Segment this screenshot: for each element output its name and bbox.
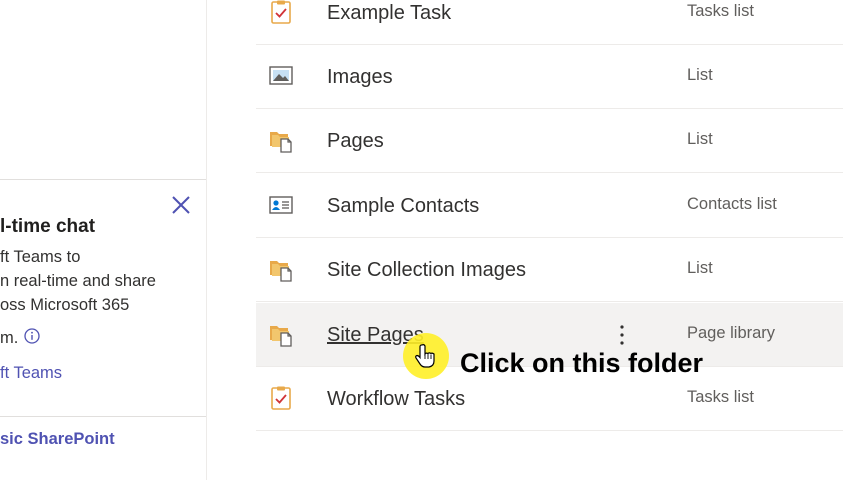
list-row-name[interactable]: Workflow Tasks <box>327 367 465 431</box>
teams-card-text-line: oss Microsoft 365 <box>0 296 130 314</box>
library-icon <box>268 321 294 347</box>
list-row-site-collection-images[interactable]: Site Collection Images List <box>256 238 843 302</box>
left-panel: l-time chat ft Teams to n real-time and … <box>0 0 207 480</box>
annotation-callout: Click on this folder <box>460 348 704 378</box>
teams-card-text-line: ft Teams to <box>0 248 81 266</box>
library-icon <box>268 256 294 282</box>
list-row-name[interactable]: Pages <box>327 109 384 173</box>
contacts-list-icon <box>268 192 294 218</box>
list-row-example-task[interactable]: Example Task Tasks list <box>256 0 843 45</box>
classic-sharepoint-link[interactable]: sic SharePoint <box>0 430 115 449</box>
library-icon <box>268 127 294 153</box>
list-row-name[interactable]: Example Task <box>327 0 451 45</box>
picture-list-icon <box>268 63 294 89</box>
list-row-pages[interactable]: Pages List <box>256 109 843 173</box>
list-row-type: List <box>687 130 713 148</box>
list-row-name[interactable]: Site Collection Images <box>327 238 526 302</box>
list-row-name[interactable]: Images <box>327 45 393 109</box>
teams-card-title: l-time chat <box>0 216 96 237</box>
teams-card-text-line: m. <box>0 328 40 348</box>
list-row-type: Tasks list <box>687 2 754 20</box>
list-row-type: Contacts list <box>687 195 777 213</box>
list-row-images[interactable]: Images List <box>256 45 843 109</box>
info-icon[interactable] <box>24 328 40 344</box>
open-teams-link[interactable]: ft Teams <box>0 364 62 383</box>
list-row-type: List <box>687 259 713 277</box>
hand-pointer-icon <box>414 343 438 369</box>
teams-card-text-line: n real-time and share <box>0 272 156 290</box>
list-row-name[interactable]: Sample Contacts <box>327 174 479 238</box>
more-options-icon[interactable] <box>612 321 632 349</box>
teams-card-text-end: m. <box>0 329 19 347</box>
close-icon[interactable] <box>170 194 192 216</box>
task-list-icon <box>268 0 294 25</box>
task-list-icon <box>268 385 294 411</box>
list-row-type: List <box>687 66 713 84</box>
teams-promo-card: l-time chat ft Teams to n real-time and … <box>0 179 206 417</box>
list-row-sample-contacts[interactable]: Sample Contacts Contacts list <box>256 174 843 238</box>
sharepoint-site-contents: l-time chat ft Teams to n real-time and … <box>0 0 843 480</box>
